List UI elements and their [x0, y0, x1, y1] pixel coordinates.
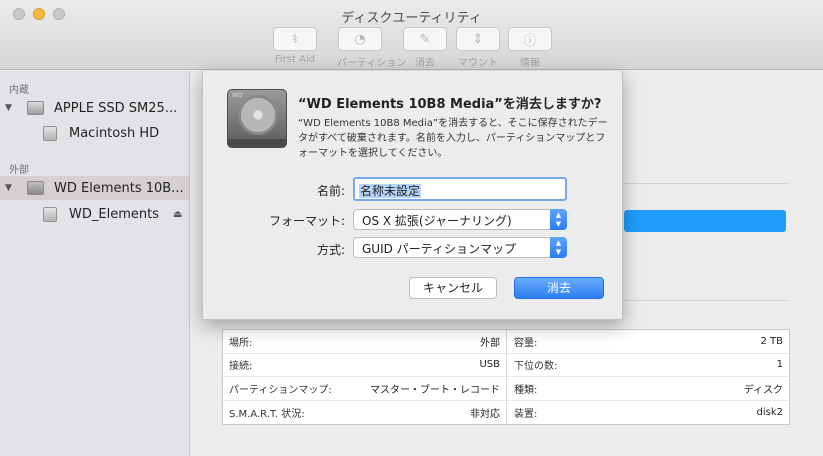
info-column-right: 容量: 2 TB 下位の数: 1 種類: ディスク 装置: disk2	[508, 330, 789, 424]
erase-dialog: WD “WD Elements 10B8 Media”を消去しますか? “WD …	[202, 71, 623, 320]
info-row: 装置: disk2	[508, 401, 789, 425]
scheme-popup-value: GUID パーティションマップ	[362, 242, 516, 256]
first-aid-label: First Aid	[274, 54, 316, 65]
info-value: 外部	[480, 337, 500, 349]
dialog-title: “WD Elements 10B8 Media”を消去しますか?	[298, 97, 602, 112]
cancel-button[interactable]: キャンセル	[409, 277, 497, 299]
stethoscope-icon: ⚕	[291, 31, 299, 47]
info-value: 1	[776, 359, 783, 371]
first-aid-button[interactable]: ⚕ First Aid	[272, 27, 318, 65]
partition-icon: ◔	[354, 31, 366, 47]
hard-drive-base	[227, 139, 287, 148]
dialog-message: “WD Elements 10B8 Media”を消去すると、そこに保存されたデ…	[298, 118, 608, 159]
sidebar-item-macintosh-hd[interactable]: Macintosh HD	[0, 121, 189, 145]
info-value: 2 TB	[760, 335, 783, 347]
macintosh-hd-label: Macintosh HD	[69, 125, 160, 141]
popup-arrows-icon: ▲ ▼	[550, 237, 567, 258]
info-key: S.M.A.R.T. 状況:	[229, 408, 305, 420]
format-popup-value: OS X 拡張(ジャーナリング)	[362, 214, 512, 228]
info-value: マスター・ブート・レコード	[370, 384, 500, 396]
info-key: 下位の数:	[514, 361, 558, 373]
erase-icon: ✎	[419, 31, 431, 47]
internal-disk-icon	[27, 101, 44, 115]
erase-toolbar-button[interactable]: ✎ 消去	[402, 27, 448, 69]
disclosure-triangle-icon[interactable]: ▼	[5, 183, 15, 193]
info-row: パーティションマップ: マスター・ブート・レコード	[223, 377, 506, 401]
disclosure-triangle-icon[interactable]: ▼	[5, 103, 15, 113]
name-field[interactable]: 名称未設定	[353, 177, 567, 201]
title-bar: ディスクユーティリティ ⚕ First Aid ◔ パーティション ✎ 消去 ⇕…	[0, 0, 823, 70]
info-label: 情報	[520, 58, 540, 69]
volume-icon	[43, 125, 57, 141]
hard-drive-platter	[238, 95, 278, 135]
info-value: 非対応	[470, 408, 500, 420]
scheme-label: 方式:	[316, 243, 345, 257]
internal-disk-label: APPLE SSD SM25...	[54, 100, 178, 116]
info-icon: ⓘ	[523, 33, 537, 49]
info-row: 下位の数: 1	[508, 354, 789, 377]
info-value: disk2	[756, 406, 784, 418]
erase-label: 消去	[415, 58, 435, 69]
format-label: フォーマット:	[268, 214, 345, 228]
info-row: S.M.A.R.T. 状況: 非対応	[223, 401, 506, 425]
disk-utility-window: ディスクユーティリティ ⚕ First Aid ◔ パーティション ✎ 消去 ⇕…	[0, 0, 823, 456]
info-value: ディスク	[743, 384, 783, 396]
info-row: 接続: USB	[223, 354, 506, 377]
divider	[624, 183, 789, 184]
eject-icon[interactable]: ⏏	[173, 209, 182, 220]
partition-button[interactable]: ◔ パーティション	[337, 27, 407, 69]
info-row: 種類: ディスク	[508, 377, 789, 401]
mount-label: マウント	[458, 58, 498, 69]
info-button[interactable]: ⓘ 情報	[507, 27, 553, 69]
popup-arrows-icon: ▲ ▼	[550, 209, 567, 230]
info-row: 容量: 2 TB	[508, 330, 789, 354]
name-label: 名前:	[316, 184, 345, 198]
info-column-left: 場所: 外部 接続: USB パーティションマップ: マスター・ブート・レコード S.…	[223, 330, 507, 424]
sidebar-item-external-disk[interactable]: ▼ WD Elements 10B...	[0, 176, 189, 200]
info-key: 装置:	[514, 408, 538, 420]
partition-label: パーティション	[337, 58, 407, 69]
mount-button[interactable]: ⇕ マウント	[455, 27, 501, 69]
info-key: パーティションマップ:	[229, 384, 332, 396]
divider	[624, 300, 789, 301]
info-key: 種類:	[514, 384, 538, 396]
external-disk-icon	[27, 181, 44, 195]
sidebar-header-internal: 内蔵	[9, 85, 29, 96]
info-key: 場所:	[229, 337, 253, 349]
sidebar-item-wd-elements-volume[interactable]: WD_Elements ⏏	[0, 202, 189, 226]
volume-icon	[43, 206, 57, 222]
external-disk-label: WD Elements 10B...	[54, 180, 184, 196]
format-popup[interactable]: OS X 拡張(ジャーナリング) ▲ ▼	[353, 209, 567, 230]
sidebar-header-external: 外部	[9, 165, 29, 176]
hard-drive-label: WD	[232, 92, 243, 99]
info-key: 接続:	[229, 361, 253, 373]
usage-bar	[624, 210, 786, 232]
wd-elements-volume-label: WD_Elements	[69, 206, 159, 222]
name-field-value: 名称未設定	[359, 184, 422, 198]
sidebar: 内蔵 ▼ APPLE SSD SM25... Macintosh HD 外部 ▼…	[0, 71, 190, 456]
info-value: USB	[479, 359, 500, 371]
info-key: 容量:	[514, 337, 538, 349]
info-row: 場所: 外部	[223, 330, 506, 354]
hard-drive-icon: WD	[227, 89, 287, 151]
erase-button[interactable]: 消去	[514, 277, 604, 299]
sidebar-item-internal-disk[interactable]: ▼ APPLE SSD SM25...	[0, 96, 189, 120]
disk-info-table: 場所: 外部 接続: USB パーティションマップ: マスター・ブート・レコード S.…	[222, 329, 790, 425]
scheme-popup[interactable]: GUID パーティションマップ ▲ ▼	[353, 237, 567, 258]
mount-icon: ⇕	[472, 31, 484, 47]
window-title: ディスクユーティリティ	[341, 11, 482, 26]
hard-drive-body: WD	[227, 89, 287, 145]
